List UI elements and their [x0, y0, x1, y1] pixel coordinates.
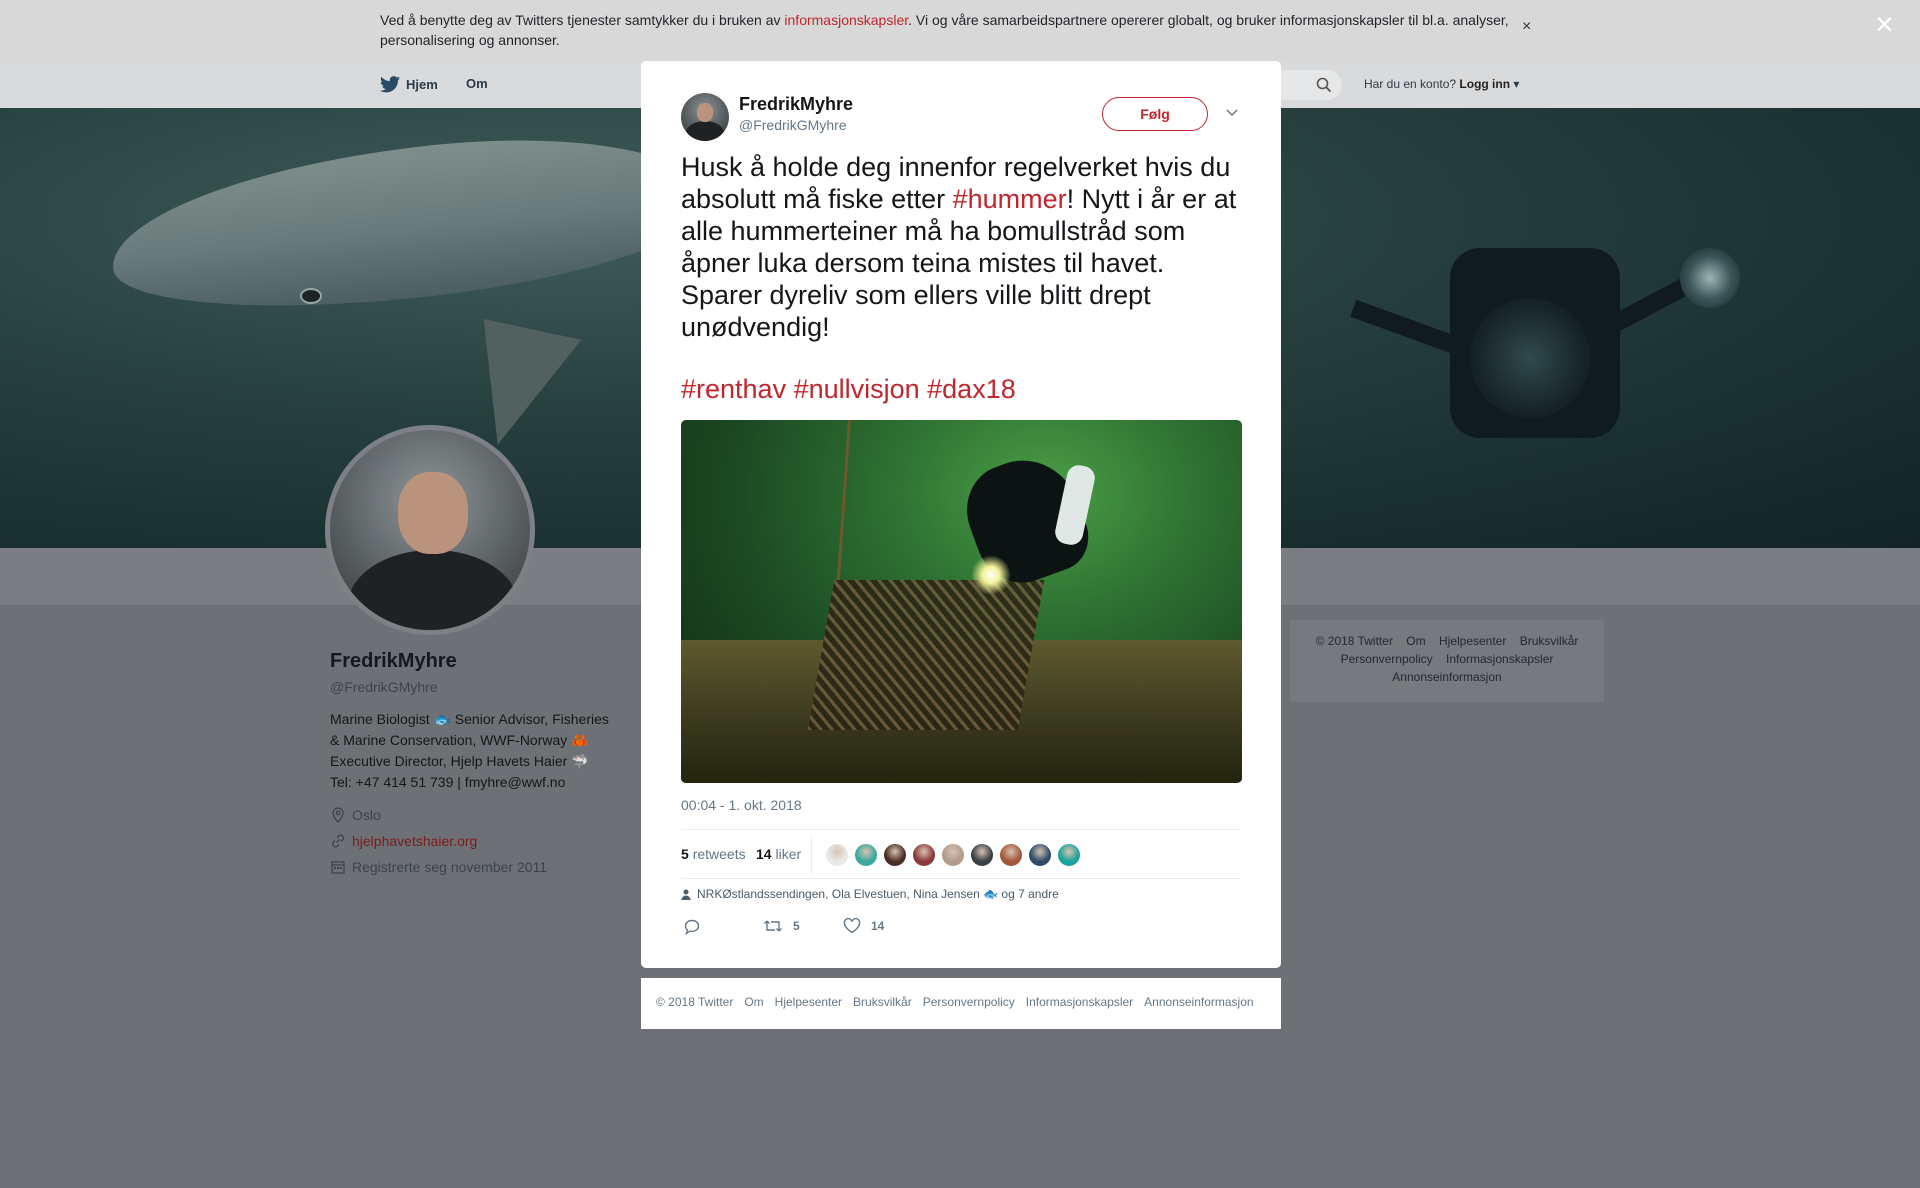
nav-home-label: Hjem — [406, 77, 438, 92]
reply-context: NRKØstlandssendingen, Ola Elvestuen, Nin… — [681, 887, 1059, 901]
liker-avatar[interactable] — [1057, 843, 1081, 867]
retweet-icon — [764, 920, 782, 932]
follow-button[interactable]: Følg — [1102, 97, 1208, 131]
tweet-text: Husk å holde deg innenfor regelverket hv… — [681, 152, 1237, 342]
banner-camera-rig — [1320, 178, 1740, 508]
twitter-bird-icon — [380, 76, 400, 93]
tweet-stats: 5 retweets 14 liker — [681, 829, 1241, 879]
tweet-photo[interactable] — [681, 420, 1242, 783]
profile-card: FredrikMyhre @FredrikGMyhre Marine Biolo… — [330, 650, 620, 875]
chevron-down-icon[interactable]: ▾ — [1510, 77, 1519, 91]
hashtag-link[interactable]: #hummer — [953, 184, 1067, 214]
like-button[interactable]: 14 — [843, 918, 884, 934]
tweet-author-name[interactable]: FredrikMyhre — [739, 94, 853, 115]
liker-avatar[interactable] — [941, 843, 965, 867]
photo-lobster-trap — [807, 580, 1045, 730]
liker-avatar[interactable] — [912, 843, 936, 867]
profile-joined: Registrerte seg november 2011 — [330, 859, 620, 875]
sidebar-footer-links: © 2018 Twitter Om Hjelpesenter Bruksvilk… — [1315, 634, 1579, 684]
liker-avatar[interactable] — [854, 843, 878, 867]
liker-avatar[interactable] — [999, 843, 1023, 867]
likes-stat[interactable]: 14 liker — [756, 846, 801, 862]
banner-shark — [103, 117, 717, 329]
tweet-timestamp[interactable]: 00:04 - 1. okt. 2018 — [681, 797, 802, 813]
search-icon[interactable] — [1316, 77, 1332, 93]
liker-avatars — [825, 843, 1081, 867]
reply-icon — [684, 919, 700, 936]
person-icon — [681, 889, 691, 900]
cookie-close-icon[interactable]: × — [1522, 18, 1531, 36]
profile-avatar[interactable] — [325, 425, 535, 635]
liker-avatar[interactable] — [825, 843, 849, 867]
profile-name[interactable]: FredrikMyhre — [330, 650, 620, 673]
tweet-hashtags[interactable]: #renthav #nullvisjon #dax18 — [681, 373, 1016, 405]
profile-location: Oslo — [330, 807, 620, 823]
link-icon — [332, 834, 344, 848]
liker-avatar[interactable] — [970, 843, 994, 867]
more-options-chevron-icon[interactable] — [1225, 105, 1239, 123]
heart-icon — [843, 918, 861, 934]
nav-home-link[interactable]: Hjem — [380, 76, 438, 93]
close-modal-icon[interactable]: × — [1875, 8, 1894, 40]
liker-avatar[interactable] — [1028, 843, 1052, 867]
modal-footer-links: © 2018 Twitter Om Hjelpesenter Bruksvilk… — [656, 995, 1254, 1009]
login-link[interactable]: Logg inn — [1459, 77, 1510, 91]
reply-button[interactable] — [683, 918, 701, 936]
tweet-actions: 5 14 — [681, 918, 981, 938]
calendar-icon — [331, 861, 345, 874]
profile-website-link[interactable]: hjelphavetshaier.org — [352, 833, 477, 849]
tweet-author-handle[interactable]: @FredrikGMyhre — [739, 117, 847, 133]
profile-website: hjelphavetshaier.org — [330, 833, 620, 849]
banner-shark-eye — [300, 288, 322, 304]
retweets-stat[interactable]: 5 retweets — [681, 846, 746, 862]
profile-bio: Marine Biologist 🐟 Senior Advisor, Fishe… — [330, 711, 609, 790]
modal-footer: © 2018 Twitter Om Hjelpesenter Bruksvilk… — [641, 978, 1281, 1029]
liker-avatar[interactable] — [883, 843, 907, 867]
cookie-policy-link[interactable]: informasjonskapsler — [784, 12, 908, 28]
profile-handle[interactable]: @FredrikGMyhre — [330, 679, 620, 695]
retweet-button[interactable]: 5 — [763, 918, 800, 934]
tweet-author-avatar[interactable] — [681, 93, 729, 141]
sidebar-footer: © 2018 Twitter Om Hjelpesenter Bruksvilk… — [1290, 620, 1604, 702]
tweet-modal: FredrikMyhre @FredrikGMyhre Følg Husk å … — [641, 61, 1281, 968]
location-pin-icon — [332, 807, 344, 823]
account-prompt: Har du en konto? Logg inn ▾ — [1364, 77, 1520, 91]
nav-about-link[interactable]: Om — [466, 76, 488, 91]
cookie-banner: Ved å benytte deg av Twitters tjenester … — [0, 0, 1920, 62]
cookie-banner-text: Ved å benytte deg av Twitters tjenester … — [380, 12, 1509, 48]
